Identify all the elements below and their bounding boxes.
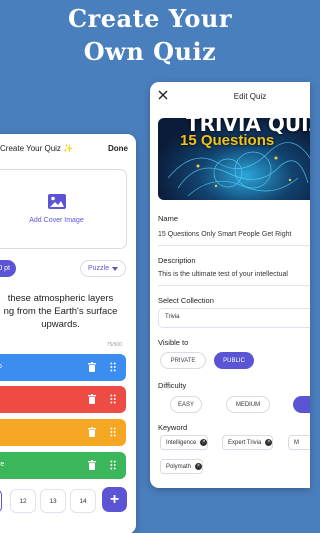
question-text: these atmospheric layers ng from the Ear…: [0, 292, 127, 331]
visible-to-label: Visible to: [158, 338, 189, 347]
drag-handle-icon[interactable]: [110, 362, 116, 372]
character-count: 75/500: [106, 342, 122, 348]
keyword-chip[interactable]: M: [288, 435, 310, 450]
trash-icon[interactable]: [88, 460, 96, 470]
promo-headline: Create Your Own Quiz: [0, 0, 300, 68]
remove-keyword-icon[interactable]: ×: [195, 463, 203, 470]
divider: [158, 285, 310, 286]
question-line: upwards.: [41, 319, 80, 330]
create-quiz-title: Create Your Quiz ✨: [0, 144, 74, 153]
answer-option-4[interactable]: re: [0, 452, 126, 479]
keyword-text: Expert Trivia: [228, 439, 262, 446]
done-button[interactable]: Done: [108, 144, 128, 153]
drag-handle-icon[interactable]: [110, 460, 116, 470]
create-quiz-header: Create Your Quiz ✨ Done: [0, 144, 128, 158]
question-number[interactable]: 12: [10, 489, 36, 513]
collection-value: Trivia: [165, 314, 180, 320]
keyword-text: Intelligence: [166, 439, 197, 446]
answer-label: o: [0, 363, 2, 370]
question-line: ng from the Earth's surface: [3, 306, 118, 317]
difficulty-medium-button[interactable]: MEDIUM: [226, 396, 270, 413]
answer-option-3[interactable]: [0, 419, 126, 446]
question-navigator: 12 13 14 +: [0, 487, 136, 515]
answer-option-1[interactable]: o: [0, 354, 126, 381]
headline-line-2: Own Quiz: [83, 37, 217, 66]
question-type-label: Puzzle: [87, 265, 109, 272]
question-number-current[interactable]: [0, 489, 2, 513]
name-field[interactable]: 15 Questions Only Smart People Get Right: [158, 231, 291, 238]
drag-handle-icon[interactable]: [110, 394, 116, 404]
keyword-chip[interactable]: Intelligence ×: [160, 435, 209, 450]
keyword-text: Polymath: [166, 463, 192, 470]
keyword-chip[interactable]: Expert Trivia ×: [222, 435, 274, 450]
description-field[interactable]: This is the ultimate test of your intell…: [158, 271, 288, 278]
banner-subtitle: 15 Questions: [180, 132, 275, 149]
add-question-button[interactable]: +: [102, 487, 127, 512]
difficulty-label: Difficulty: [158, 381, 187, 390]
keyword-chip[interactable]: Polymath ×: [160, 459, 204, 474]
collection-select[interactable]: Trivia: [158, 308, 310, 328]
add-cover-image-button[interactable]: Add Cover Image: [0, 169, 127, 249]
trash-icon[interactable]: [88, 394, 96, 404]
visibility-private-button[interactable]: PRIVATE: [160, 352, 206, 369]
question-number[interactable]: 13: [40, 489, 66, 513]
divider: [158, 245, 310, 246]
drag-handle-icon[interactable]: [110, 427, 116, 437]
remove-keyword-icon[interactable]: ×: [200, 439, 208, 446]
trash-icon[interactable]: [88, 362, 96, 372]
answer-option-2[interactable]: [0, 386, 126, 413]
add-cover-image-label: Add Cover Image: [29, 217, 84, 224]
question-text-field[interactable]: these atmospheric layers ng from the Ear…: [0, 284, 127, 348]
create-quiz-screen: Create Your Quiz ✨ Done Add Cover Image …: [0, 134, 136, 533]
name-label: Name: [158, 214, 179, 223]
points-selector[interactable]: 00 pt: [0, 260, 16, 277]
visibility-public-button[interactable]: PUBLIC: [214, 352, 254, 369]
description-label: Description: [158, 256, 196, 265]
image-icon: [47, 194, 66, 209]
remove-keyword-icon[interactable]: ×: [265, 439, 273, 446]
question-line: these atmospheric layers: [7, 293, 114, 304]
edit-quiz-screen: Edit Quiz TRIVIA QUIZ 15 Questions Name …: [150, 82, 310, 488]
difficulty-easy-button[interactable]: EASY: [170, 396, 202, 413]
difficulty-hard-button[interactable]: [293, 396, 310, 413]
chevron-down-icon: [112, 266, 118, 271]
keyword-text: M: [294, 439, 299, 446]
question-type-dropdown[interactable]: Puzzle: [80, 260, 126, 277]
headline-line-1: Create Your: [68, 4, 232, 33]
keyword-label: Keyword: [158, 423, 188, 432]
collection-label: Select Collection: [158, 296, 214, 305]
edit-quiz-title: Edit Quiz: [233, 92, 267, 101]
answer-label: re: [0, 461, 5, 468]
trash-icon[interactable]: [88, 427, 96, 437]
quiz-cover-image[interactable]: TRIVIA QUIZ 15 Questions: [158, 118, 310, 200]
question-number[interactable]: 14: [70, 489, 96, 513]
